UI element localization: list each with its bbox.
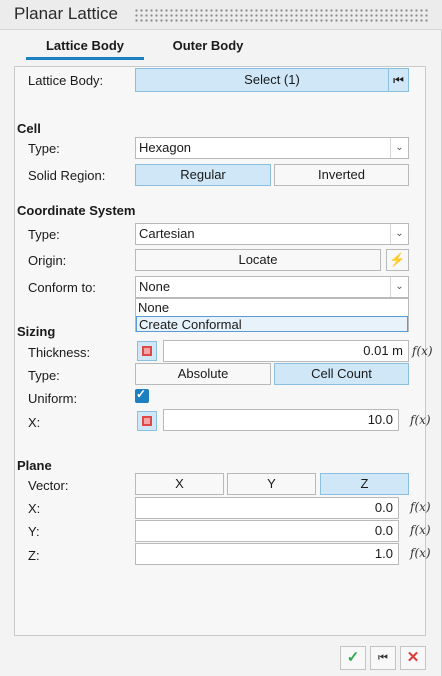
lightning-button[interactable]: ⚡ xyxy=(386,249,409,271)
coord-type-select[interactable]: Cartesian ⌄ xyxy=(135,223,409,245)
sizing-heading: Sizing xyxy=(17,324,56,339)
checkmark-icon: ✓ xyxy=(346,649,360,666)
title-bar[interactable]: Planar Lattice xyxy=(0,0,442,30)
reset-button[interactable]: ⏮ xyxy=(370,646,396,670)
lattice-body-label: Lattice Body: xyxy=(28,73,104,88)
dropdown-option-none[interactable]: None xyxy=(136,300,408,316)
chevron-down-icon: ⌄ xyxy=(390,138,408,158)
plane-z-fx-icon[interactable]: f(x) xyxy=(410,544,431,562)
plane-z-label: Z: xyxy=(28,548,40,563)
reset-selection-button[interactable]: ⏮ xyxy=(388,68,409,92)
variable-icon xyxy=(142,416,152,426)
thickness-variable-button[interactable] xyxy=(137,341,157,361)
solid-region-label: Solid Region: xyxy=(28,168,106,183)
plane-heading: Plane xyxy=(17,458,52,473)
vector-x-button[interactable]: X xyxy=(135,473,224,495)
uniform-label: Uniform: xyxy=(28,391,78,406)
lightning-icon: ⚡ xyxy=(389,252,406,267)
ok-button[interactable]: ✓ xyxy=(340,646,366,670)
plane-y-label: Y: xyxy=(28,524,40,539)
dropdown-option-create-conformal[interactable]: Create Conformal xyxy=(136,316,408,332)
locate-button[interactable]: Locate xyxy=(135,249,381,271)
cell-type-select[interactable]: Hexagon ⌄ xyxy=(135,137,409,159)
origin-label: Origin: xyxy=(28,253,67,268)
inverted-button[interactable]: Inverted xyxy=(274,164,409,186)
uniform-checkbox[interactable]: ✓ xyxy=(135,387,149,403)
thickness-field[interactable]: 0.01 m xyxy=(163,340,409,362)
sizing-x-label: X: xyxy=(28,415,41,430)
select-lattice-body-button[interactable]: Select (1) xyxy=(135,68,409,92)
thickness-fx-icon[interactable]: f(x) xyxy=(412,342,433,360)
vector-label: Vector: xyxy=(28,478,69,493)
cell-count-button[interactable]: Cell Count xyxy=(274,363,409,385)
checkmark-icon: ✓ xyxy=(136,387,147,401)
tab-outer-body[interactable]: Outer Body xyxy=(158,36,258,60)
vector-z-button[interactable]: Z xyxy=(320,473,409,495)
close-icon: ✕ xyxy=(406,649,420,666)
chevron-down-icon: ⌄ xyxy=(390,277,408,297)
reset-icon: ⏮ xyxy=(393,73,404,87)
plane-z-field[interactable]: 1.0 xyxy=(135,543,399,565)
vector-y-button[interactable]: Y xyxy=(227,473,316,495)
conform-to-dropdown: None Create Conformal xyxy=(135,298,409,332)
cell-type-label: Type: xyxy=(28,141,60,156)
x-variable-button[interactable] xyxy=(137,411,157,431)
plane-y-fx-icon[interactable]: f(x) xyxy=(410,521,431,539)
absolute-button[interactable]: Absolute xyxy=(135,363,271,385)
coordinate-system-heading: Coordinate System xyxy=(17,203,136,218)
plane-x-field[interactable]: 0.0 xyxy=(135,497,399,519)
cell-type-value: Hexagon xyxy=(139,140,192,155)
panel-title: Planar Lattice xyxy=(14,4,118,23)
variable-icon xyxy=(142,346,152,356)
plane-y-field[interactable]: 0.0 xyxy=(135,520,399,542)
tab-bar: Lattice Body Outer Body xyxy=(14,36,426,60)
tab-lattice-body[interactable]: Lattice Body xyxy=(26,36,144,60)
coord-type-label: Type: xyxy=(28,227,60,242)
drag-grip[interactable] xyxy=(134,8,430,22)
plane-x-label: X: xyxy=(28,501,41,516)
sizing-x-field[interactable]: 10.0 xyxy=(163,409,399,431)
cell-heading: Cell xyxy=(17,121,41,136)
coord-type-value: Cartesian xyxy=(139,226,195,241)
conform-to-label: Conform to: xyxy=(28,280,96,295)
conform-to-select[interactable]: None ⌄ xyxy=(135,276,409,298)
regular-button[interactable]: Regular xyxy=(135,164,271,186)
conform-to-value: None xyxy=(139,279,171,294)
reset-icon: ⏮ xyxy=(378,652,388,664)
sizing-x-fx-icon[interactable]: f(x) xyxy=(410,411,431,429)
thickness-label: Thickness: xyxy=(28,345,91,360)
close-button[interactable]: ✕ xyxy=(400,646,426,670)
sizing-type-label: Type: xyxy=(28,368,60,383)
chevron-down-icon: ⌄ xyxy=(390,224,408,244)
planar-lattice-panel: Planar Lattice Lattice Body Outer Body L… xyxy=(0,0,442,676)
plane-x-fx-icon[interactable]: f(x) xyxy=(410,498,431,516)
